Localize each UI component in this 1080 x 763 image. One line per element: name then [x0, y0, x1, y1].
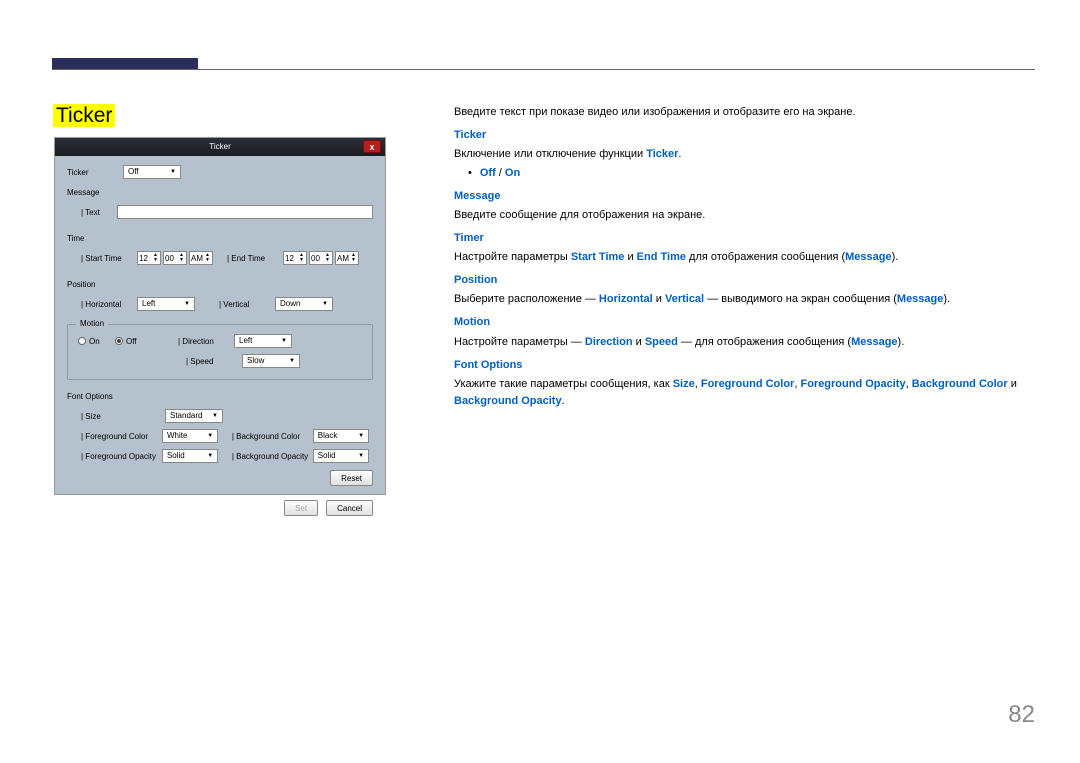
motion-group-title: Motion: [76, 319, 108, 328]
bg-color-label: | Background Color: [232, 432, 313, 441]
direction-dropdown[interactable]: Left▼: [234, 334, 292, 348]
vertical-label: | Vertical: [219, 300, 275, 309]
timer-heading: Timer: [454, 230, 1035, 247]
motion-on-radio[interactable]: [78, 337, 86, 345]
horizontal-label: | Horizontal: [81, 300, 137, 309]
bg-opacity-label: | Background Opacity: [232, 452, 313, 461]
text-input[interactable]: [117, 205, 373, 219]
bg-color-dropdown[interactable]: Black▼: [313, 429, 369, 443]
ticker-desc: Включение или отключение функции Ticker.: [454, 146, 1035, 163]
fg-opacity-label: | Foreground Opacity: [81, 452, 162, 461]
size-label: | Size: [81, 412, 165, 421]
motion-group: Motion On Off | Direction Left▼ | Speed …: [67, 324, 373, 380]
section-title: Ticker: [53, 104, 115, 127]
bg-opacity-dropdown[interactable]: Solid▼: [313, 449, 369, 463]
time-label: Time: [67, 234, 123, 243]
start-hour-spinner[interactable]: 12▲▼: [137, 251, 161, 265]
end-ampm-spinner[interactable]: AM▲▼: [335, 251, 359, 265]
page-number: 82: [1008, 701, 1035, 729]
size-dropdown[interactable]: Standard▼: [165, 409, 223, 423]
position-heading: Position: [454, 272, 1035, 289]
chevron-down-icon: ▼: [170, 166, 176, 178]
ticker-label: Ticker: [67, 168, 123, 177]
cancel-button[interactable]: Cancel: [326, 500, 373, 516]
position-label: Position: [67, 280, 123, 289]
set-button[interactable]: Set: [284, 500, 318, 516]
start-ampm-spinner[interactable]: AM▲▼: [189, 251, 213, 265]
off-on-item: Off / On: [468, 165, 1035, 182]
message-heading: Message: [454, 188, 1035, 205]
motion-heading: Motion: [454, 314, 1035, 331]
header-divider: [52, 69, 1035, 70]
motion-desc: Настройте параметры — Direction и Speed …: [454, 334, 1035, 351]
position-desc: Выберите расположение — Horizontal и Ver…: [454, 291, 1035, 308]
off-label: Off: [126, 337, 178, 346]
fg-color-label: | Foreground Color: [81, 432, 162, 441]
font-options-heading: Font Options: [454, 357, 1035, 374]
start-time-label: | Start Time: [81, 254, 137, 263]
speed-dropdown[interactable]: Slow▼: [242, 354, 300, 368]
ticker-heading: Ticker: [454, 127, 1035, 144]
message-label: Message: [67, 188, 123, 197]
font-options-desc: Укажите такие параметры сообщения, как S…: [454, 376, 1035, 410]
end-min-spinner[interactable]: 00▲▼: [309, 251, 333, 265]
fg-opacity-dropdown[interactable]: Solid▼: [162, 449, 218, 463]
dialog-title: Ticker: [209, 142, 230, 151]
fg-color-dropdown[interactable]: White▼: [162, 429, 218, 443]
doc-column: Введите текст при показе видео или изобр…: [454, 104, 1035, 412]
vertical-dropdown[interactable]: Down▼: [275, 297, 333, 311]
ticker-dropdown[interactable]: Off▼: [123, 165, 181, 179]
close-icon[interactable]: x: [363, 140, 381, 153]
motion-off-radio[interactable]: [115, 337, 123, 345]
horizontal-dropdown[interactable]: Left▼: [137, 297, 195, 311]
on-label: On: [89, 337, 115, 346]
ticker-dialog: Ticker x Ticker Off▼ Message | Text Time…: [54, 137, 386, 495]
text-label: | Text: [81, 208, 117, 217]
direction-label: | Direction: [178, 337, 234, 346]
font-options-label: Font Options: [67, 392, 113, 401]
reset-button[interactable]: Reset: [330, 470, 373, 486]
dialog-titlebar: Ticker x: [55, 138, 385, 156]
intro-text: Введите текст при показе видео или изобр…: [454, 104, 1035, 121]
start-min-spinner[interactable]: 00▲▼: [163, 251, 187, 265]
speed-label: | Speed: [186, 357, 242, 366]
end-time-label: | End Time: [227, 254, 283, 263]
message-desc: Введите сообщение для отображения на экр…: [454, 207, 1035, 224]
timer-desc: Настройте параметры Start Time и End Tim…: [454, 249, 1035, 266]
end-hour-spinner[interactable]: 12▲▼: [283, 251, 307, 265]
